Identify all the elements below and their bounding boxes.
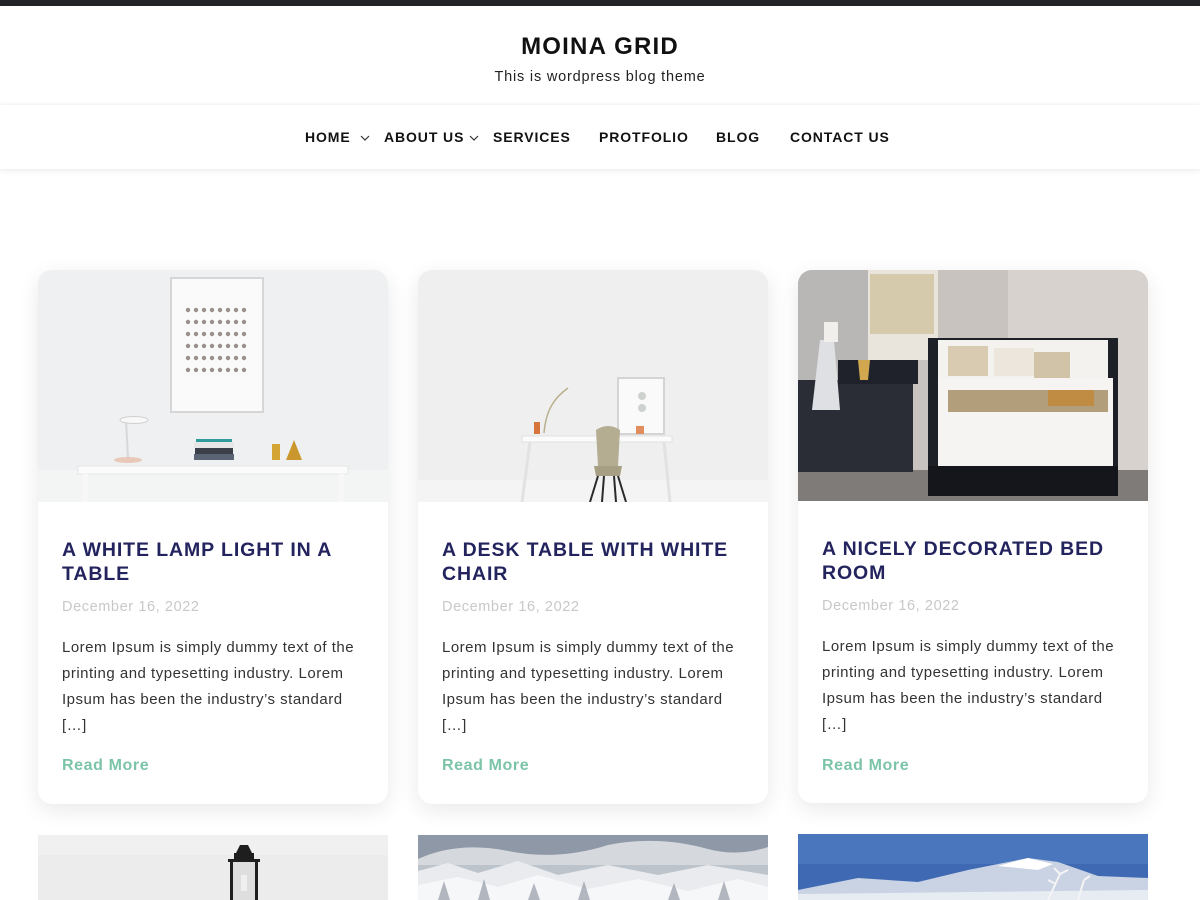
post-thumbnail-lantern[interactable]: [38, 835, 388, 900]
post-excerpt: Lorem Ipsum is simply dummy text of the …: [442, 639, 735, 734]
nav-item-home[interactable]: HOME: [305, 129, 351, 145]
post-thumbnail-snowy-forest[interactable]: [418, 835, 768, 900]
read-more-link[interactable]: Read More: [442, 757, 529, 775]
post-excerpt: Lorem Ipsum is simply dummy text of the …: [62, 639, 355, 734]
site-header: MOINA GRID This is wordpress blog theme: [0, 6, 1200, 104]
post-excerpt: Lorem Ipsum is simply dummy text of the …: [822, 638, 1115, 733]
post-title[interactable]: A DESK TABLE WITH WHITE CHAIR: [442, 538, 742, 586]
post-date[interactable]: December 16, 2022: [442, 599, 580, 615]
post-date[interactable]: December 16, 2022: [822, 598, 960, 614]
read-more-link[interactable]: Read More: [62, 757, 149, 775]
nav-item-portfolio[interactable]: PROTFOLIO: [599, 129, 689, 145]
post-date[interactable]: December 16, 2022: [62, 599, 200, 615]
nav-item-blog[interactable]: BLOG: [716, 129, 760, 145]
post-title[interactable]: A WHITE LAMP LIGHT IN A TABLE: [62, 538, 362, 586]
nav-item-services[interactable]: SERVICES: [493, 129, 571, 145]
post-card: A NICELY DECORATED BED ROOM December 16,…: [798, 270, 1148, 803]
read-more-link[interactable]: Read More: [822, 757, 909, 775]
nav-item-contact-us[interactable]: CONTACT US: [790, 129, 890, 145]
post-thumbnail-bedroom[interactable]: [798, 270, 1148, 501]
post-thumbnail-desk-chair[interactable]: [418, 270, 768, 502]
chevron-down-icon[interactable]: [467, 131, 481, 145]
chevron-down-icon[interactable]: [358, 131, 372, 145]
site-title[interactable]: MOINA GRID: [0, 33, 1200, 61]
post-card: A DESK TABLE WITH WHITE CHAIR December 1…: [418, 270, 768, 804]
site-description: This is wordpress blog theme: [494, 69, 706, 85]
post-thumbnail-white-desk-lamp[interactable]: [38, 270, 388, 502]
nav-item-about-us[interactable]: ABOUT US: [384, 129, 464, 145]
post-title[interactable]: A NICELY DECORATED BED ROOM: [822, 537, 1122, 585]
post-card: A WHITE LAMP LIGHT IN A TABLE December 1…: [38, 270, 388, 804]
post-thumbnail-snowy-mountain[interactable]: [798, 834, 1148, 900]
main-navigation: HOME ABOUT US SERVICES PROTFOLIO BLOG CO…: [0, 105, 1200, 169]
